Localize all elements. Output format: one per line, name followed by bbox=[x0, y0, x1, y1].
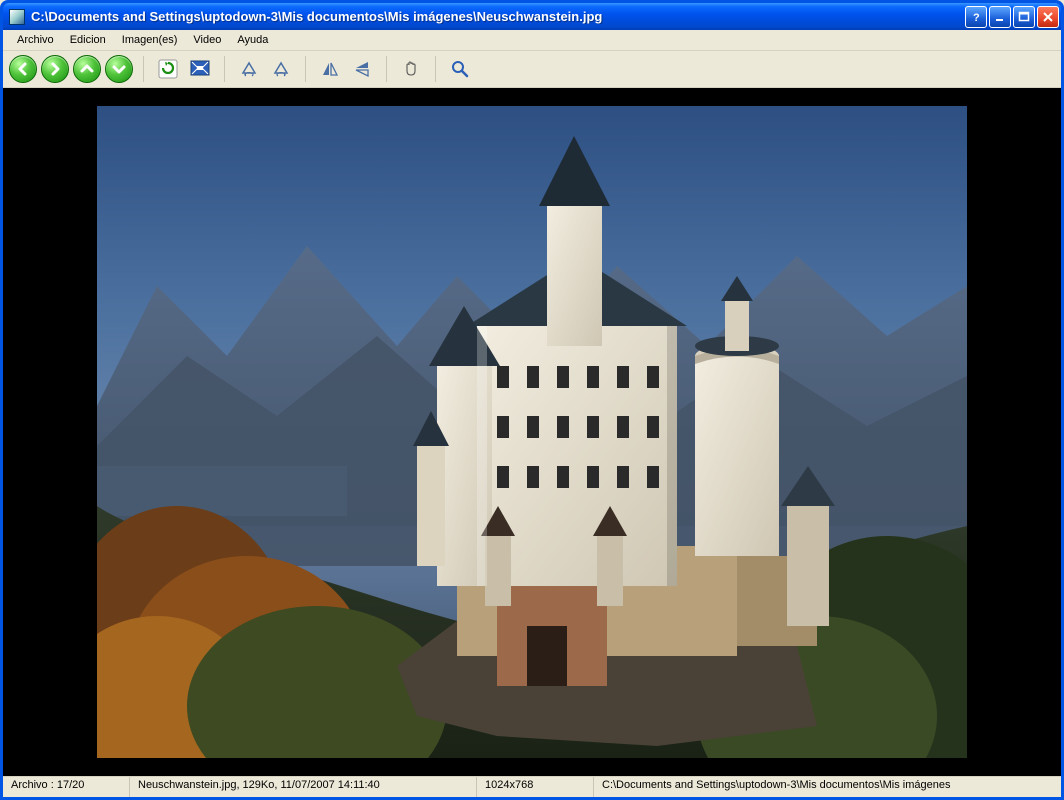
menu-edicion[interactable]: Edicion bbox=[62, 32, 114, 48]
maximize-button[interactable] bbox=[1013, 6, 1035, 28]
pan-button[interactable] bbox=[397, 55, 425, 83]
arrow-down-icon bbox=[105, 55, 133, 83]
statusbar: Archivo : 17/20 Neuschwanstein.jpg, 129K… bbox=[3, 776, 1061, 797]
help-button[interactable]: ? bbox=[965, 6, 987, 28]
toolbar bbox=[3, 51, 1061, 88]
minimize-button[interactable] bbox=[989, 6, 1011, 28]
hand-icon bbox=[401, 59, 421, 79]
menu-ayuda[interactable]: Ayuda bbox=[229, 32, 276, 48]
rotate-left-icon bbox=[239, 59, 259, 79]
app-window: C:\Documents and Settings\uptodown-3\Mis… bbox=[0, 0, 1064, 800]
toolbar-separator bbox=[143, 56, 144, 82]
nav-forward-button[interactable] bbox=[41, 55, 69, 83]
app-icon bbox=[9, 9, 25, 25]
status-folder-path: C:\Documents and Settings\uptodown-3\Mis… bbox=[594, 777, 1061, 797]
toolbar-separator bbox=[224, 56, 225, 82]
refresh-button[interactable] bbox=[154, 55, 182, 83]
menu-archivo[interactable]: Archivo bbox=[9, 32, 62, 48]
fullscreen-button[interactable] bbox=[186, 55, 214, 83]
menubar: Archivo Edicion Imagen(es) Video Ayuda bbox=[3, 30, 1061, 51]
rotate-left-button[interactable] bbox=[235, 55, 263, 83]
toolbar-separator bbox=[435, 56, 436, 82]
arrow-up-icon bbox=[73, 55, 101, 83]
toolbar-separator bbox=[305, 56, 306, 82]
menu-imagenes[interactable]: Imagen(es) bbox=[114, 32, 186, 48]
status-file-index: Archivo : 17/20 bbox=[3, 777, 130, 797]
flip-horizontal-button[interactable] bbox=[316, 55, 344, 83]
status-file-info: Neuschwanstein.jpg, 129Ko, 11/07/2007 14… bbox=[130, 777, 477, 797]
rotate-right-button[interactable] bbox=[267, 55, 295, 83]
image-viewport[interactable] bbox=[3, 88, 1061, 776]
refresh-icon bbox=[157, 58, 179, 80]
fullscreen-icon bbox=[189, 58, 211, 80]
window-controls: ? bbox=[965, 6, 1059, 28]
close-button[interactable] bbox=[1037, 6, 1059, 28]
flip-vertical-button[interactable] bbox=[348, 55, 376, 83]
arrow-right-icon bbox=[41, 55, 69, 83]
magnifier-icon bbox=[450, 59, 470, 79]
flip-horizontal-icon bbox=[320, 59, 340, 79]
titlebar[interactable]: C:\Documents and Settings\uptodown-3\Mis… bbox=[3, 3, 1061, 30]
nav-up-button[interactable] bbox=[73, 55, 101, 83]
nav-back-button[interactable] bbox=[9, 55, 37, 83]
displayed-image bbox=[97, 106, 967, 758]
toolbar-separator bbox=[386, 56, 387, 82]
zoom-button[interactable] bbox=[446, 55, 474, 83]
flip-vertical-icon bbox=[352, 59, 372, 79]
status-dimensions: 1024x768 bbox=[477, 777, 594, 797]
menu-video[interactable]: Video bbox=[185, 32, 229, 48]
svg-text:?: ? bbox=[973, 12, 980, 23]
arrow-left-icon bbox=[9, 55, 37, 83]
window-title: C:\Documents and Settings\uptodown-3\Mis… bbox=[31, 9, 965, 24]
rotate-right-icon bbox=[271, 59, 291, 79]
nav-down-button[interactable] bbox=[105, 55, 133, 83]
client-area: Archivo Edicion Imagen(es) Video Ayuda bbox=[3, 30, 1061, 797]
